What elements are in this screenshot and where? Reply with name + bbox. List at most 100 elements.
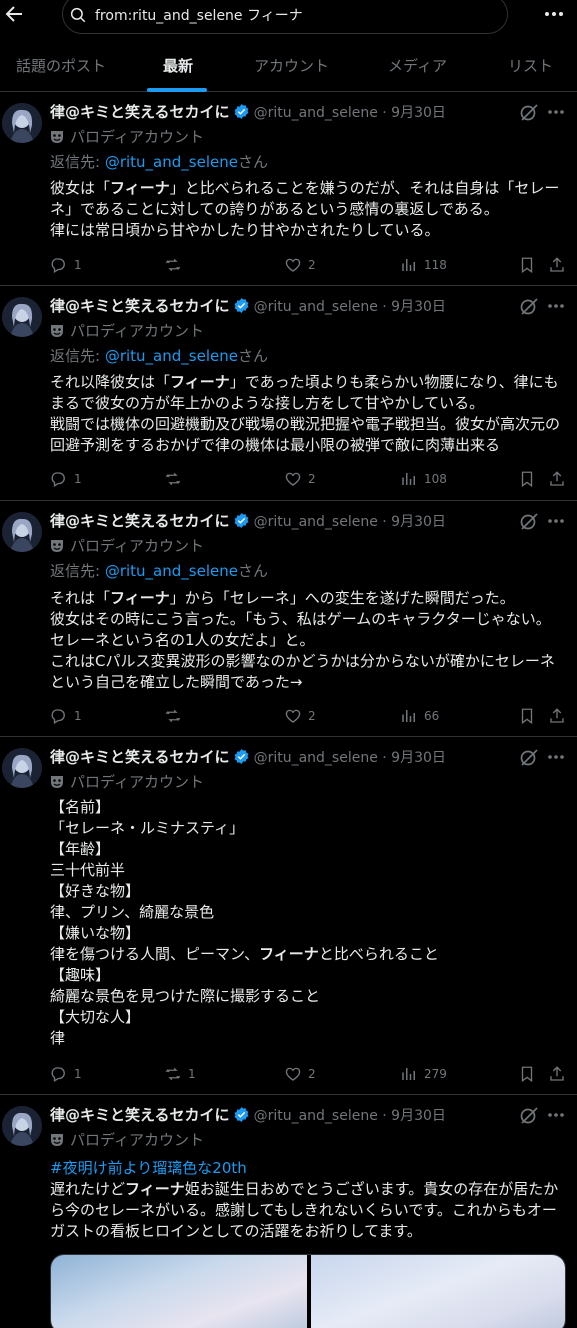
post-more-icon[interactable] xyxy=(545,1105,567,1125)
handle-and-date[interactable]: @ritu_and_selene · 9月30日 xyxy=(254,514,446,530)
grok-icon[interactable] xyxy=(519,296,539,316)
media-image-2[interactable] xyxy=(311,1255,565,1328)
post-text: 彼女は「フィーナ」と比べられることを嫌うのだが、それは自身は「セレー ネ」であるこ… xyxy=(50,178,570,241)
post[interactable]: 律@キミと笑えるセカイに @ritu_and_selene · 9月30日 パロデ… xyxy=(0,287,577,501)
post-more-icon[interactable] xyxy=(545,511,567,531)
display-name[interactable]: 律@キミと笑えるセカイに xyxy=(50,512,230,530)
text-segment: ら今のセレーネがいる。感謝してもしきれないくらいです。これからもオー xyxy=(50,1201,557,1219)
post[interactable]: 律@キミと笑えるセカイに @ritu_and_selene · 9月30日 パロデ… xyxy=(0,738,577,1095)
post-text-line: それ以降彼女は「フィーナ」であった頃よりも柔らかい物腰になり、律にも xyxy=(50,372,570,393)
display-name[interactable]: 律@キミと笑えるセカイに xyxy=(50,748,230,766)
like-icon xyxy=(285,709,301,723)
reply-count: 1 xyxy=(74,258,82,272)
parody-mask-icon xyxy=(51,1134,63,1146)
text-segment: 【嫌いな物】 xyxy=(50,924,141,942)
reply-handle-link[interactable]: @ritu_and_selene xyxy=(105,562,238,580)
avatar[interactable] xyxy=(2,512,42,552)
display-name[interactable]: 律@キミと笑えるセカイに xyxy=(50,297,230,315)
parody-text: パロディアカウント xyxy=(70,537,204,555)
grok-icon[interactable] xyxy=(519,102,539,122)
post-text-line: 「セレーネ・ルミナスティ」 xyxy=(50,818,570,839)
post-text-line: 回避予測をするおかげで律の機体は最小限の被弾で敵に肉薄出来る xyxy=(50,435,570,456)
tab-top[interactable]: 話題のポスト xyxy=(16,40,106,92)
post-text-line: 律には常日頃から甘やかしたり甘やかされたりしている。 xyxy=(50,220,570,241)
text-segment: 律には常日頃から甘やかしたり甘やかされたりしている。 xyxy=(50,221,440,239)
text-segment: 【年齢】 xyxy=(50,840,111,858)
avatar[interactable] xyxy=(2,103,42,143)
text-segment: 律 xyxy=(50,1029,66,1047)
parody-label: パロディアカウント xyxy=(50,771,204,792)
post-text-line: 彼女はその時にこう言った。「もう、私はゲームのキャラクターじゃない。 xyxy=(50,609,570,630)
post-text-line: 三十代前半 xyxy=(50,860,570,881)
views-icon xyxy=(402,1068,415,1080)
handle-and-date[interactable]: @ritu_and_selene · 9月30日 xyxy=(254,299,446,315)
text-segment: これはCパルス変異波形の影響なのかどうかは分からないが確かにセレーネ xyxy=(50,652,555,670)
text-segment: 「セレーネ・ルミナスティ」 xyxy=(50,819,245,837)
post-text-line: 【名前】 xyxy=(50,797,570,818)
text-segment: ネ」であることに対しての誇りがあるという感情の裏返しである。 xyxy=(50,200,499,218)
grok-icon[interactable] xyxy=(519,511,539,531)
reply-handle-link[interactable]: @ritu_and_selene xyxy=(105,347,238,365)
reply-icon xyxy=(51,709,65,724)
grok-icon[interactable] xyxy=(519,747,539,767)
text-segment: 【大切な人】 xyxy=(50,1008,141,1026)
avatar[interactable] xyxy=(2,1106,42,1146)
avatar[interactable] xyxy=(2,748,42,788)
highlighted-keyword: フィーナ xyxy=(259,945,319,963)
views-icon xyxy=(402,473,415,485)
share-icon xyxy=(550,1066,564,1081)
like-icon xyxy=(285,472,301,486)
post-text-line: ネ」であることに対しての誇りがあるという感情の裏返しである。 xyxy=(50,199,570,220)
parody-mask-icon xyxy=(51,540,63,552)
text-segment: という自己を確立した瞬間であった→ xyxy=(50,673,303,691)
share-icon xyxy=(550,708,564,723)
back-arrow-icon[interactable] xyxy=(2,2,26,26)
post-text-line: ガストの看板ヒロインとしての活躍をお祈りしてます。 xyxy=(50,1221,570,1242)
post-more-icon[interactable] xyxy=(545,102,567,122)
media-image-1[interactable] xyxy=(51,1255,307,1328)
more-options-icon[interactable] xyxy=(539,2,569,26)
post-more-icon[interactable] xyxy=(545,296,567,316)
search-input[interactable]: from:ritu_and_selene フィーナ xyxy=(62,0,508,34)
display-name[interactable]: 律@キミと笑えるセカイに xyxy=(50,1106,230,1124)
text-segment: 姫お誕生日おめでとうございます。貴女の存在が居たか xyxy=(184,1180,559,1198)
text-segment: 遅れたけど xyxy=(50,1180,126,1198)
post-text-line: という自己を確立した瞬間であった→ xyxy=(50,672,570,693)
post-actions: 1 2 118 xyxy=(50,254,572,278)
post-text-line: 律を傷つける人間、ピーマン、フィーナと比べられること xyxy=(50,944,570,965)
views-icon xyxy=(402,710,415,722)
reply-count: 1 xyxy=(74,472,82,486)
parody-mask-icon xyxy=(51,325,63,337)
grok-icon[interactable] xyxy=(519,1105,539,1125)
post-text-line: ら今のセレーネがいる。感謝してもしきれないくらいです。これからもオー xyxy=(50,1200,570,1221)
post-media[interactable] xyxy=(50,1254,566,1328)
hashtag-link[interactable]: #夜明け前より瑠璃色な20th xyxy=(50,1158,570,1179)
highlighted-keyword: フィーナ xyxy=(125,1180,185,1198)
reply-handle-link[interactable]: @ritu_and_selene xyxy=(105,153,238,171)
text-segment: 律を傷つける人間、ピーマン、 xyxy=(50,945,260,963)
display-name[interactable]: 律@キミと笑えるセカイに xyxy=(50,103,230,121)
highlighted-keyword: フィーナ xyxy=(170,373,230,391)
reply-icon xyxy=(51,472,65,487)
like-count: 2 xyxy=(308,258,316,272)
tab-lists[interactable]: リスト xyxy=(508,40,553,92)
text-segment: 【趣味】 xyxy=(50,966,111,984)
post-text: 【名前】 「セレーネ・ルミナスティ」 【年齢】 三十代前半 【好きな物】 律、プリン、綺麗… xyxy=(50,797,570,1049)
post[interactable]: 律@キミと笑えるセカイに @ritu_and_selene · 9月30日 パロデ… xyxy=(0,502,577,737)
tab-accounts[interactable]: アカウント xyxy=(254,40,329,92)
handle-and-date[interactable]: @ritu_and_selene · 9月30日 xyxy=(254,1108,446,1124)
tab-latest[interactable]: 最新 xyxy=(163,40,193,92)
tab-media[interactable]: メディア xyxy=(388,40,447,92)
handle-and-date[interactable]: @ritu_and_selene · 9月30日 xyxy=(254,750,446,766)
post-more-icon[interactable] xyxy=(545,747,567,767)
text-segment: 【好きな物】 xyxy=(50,882,141,900)
avatar[interactable] xyxy=(2,297,42,337)
search-icon xyxy=(70,7,86,23)
post[interactable]: 律@キミと笑えるセカイに @ritu_and_selene · 9月30日 パロデ… xyxy=(0,93,577,286)
post-text-line: 【大切な人】 xyxy=(50,1007,570,1028)
handle-and-date[interactable]: @ritu_and_selene · 9月30日 xyxy=(254,105,446,121)
reply-icon xyxy=(51,1067,65,1082)
parody-text: パロディアカウント xyxy=(70,1131,204,1149)
reply-icon xyxy=(51,258,65,273)
text-segment: 回避予測をするおかげで律の機体は最小限の被弾で敵に肉薄出来る xyxy=(50,436,501,454)
